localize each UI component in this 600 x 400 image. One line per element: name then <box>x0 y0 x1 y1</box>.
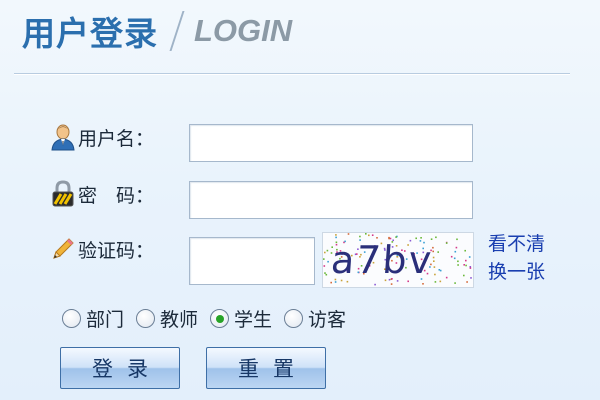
captcha-refresh-link[interactable]: 看不清 换一张 <box>488 230 568 286</box>
role-option[interactable]: 学生 <box>210 305 272 332</box>
captcha-noise-dot <box>453 257 456 260</box>
reset-button-label[interactable]: 重置 <box>238 353 308 383</box>
role-option-label[interactable]: 教师 <box>160 305 198 332</box>
user-icon <box>48 122 78 152</box>
login-header: 用户登录 LOGIN <box>22 6 292 56</box>
captcha-noise-dot <box>371 234 374 236</box>
captcha-noise-dot <box>457 260 459 263</box>
radio-circle[interactable] <box>62 309 81 328</box>
title-divider <box>169 11 185 51</box>
captcha-noise-dot <box>433 266 436 268</box>
captcha-noise-dot <box>450 255 453 258</box>
captcha-noise-dot <box>438 269 441 271</box>
login-button[interactable]: 登录 <box>60 347 180 389</box>
role-option[interactable]: 部门 <box>62 305 124 332</box>
captcha-noise-dot <box>465 259 467 262</box>
role-option[interactable]: 访客 <box>284 305 346 332</box>
role-option-label[interactable]: 访客 <box>308 305 346 332</box>
captcha-noise-dot <box>454 250 457 253</box>
header-divider-highlight <box>14 74 570 75</box>
captcha-noise-dot <box>456 238 458 241</box>
captcha-noise-dot <box>365 233 367 235</box>
login-button-label[interactable]: 登录 <box>92 353 162 383</box>
captcha-row: 验证码： <box>48 234 182 264</box>
captcha-noise-dot <box>326 249 329 252</box>
captcha-noise-dot <box>434 281 437 283</box>
password-input[interactable] <box>189 181 473 219</box>
captcha-noise-dot <box>422 283 424 285</box>
password-label: 密 码： <box>78 184 155 207</box>
captcha-noise-dot <box>457 264 459 266</box>
captcha-noise-dot <box>324 272 326 274</box>
captcha-refresh-line2[interactable]: 换一张 <box>488 258 568 286</box>
radio-circle[interactable] <box>284 309 304 328</box>
captcha-noise-dot <box>325 273 328 276</box>
captcha-noise-dot <box>454 282 456 284</box>
captcha-input[interactable] <box>189 237 315 285</box>
captcha-noise-dot <box>437 251 439 253</box>
captcha-noise-dot <box>463 264 465 266</box>
captcha-noise-dot <box>445 242 448 244</box>
reset-button[interactable]: 重置 <box>206 347 326 389</box>
captcha-noise-dot <box>470 277 472 279</box>
role-radio-group: 部门 教师 学生 访客 <box>62 305 358 332</box>
captcha-noise-dot <box>390 283 393 285</box>
captcha-noise-dot <box>433 260 435 262</box>
role-option[interactable]: 教师 <box>136 305 198 332</box>
captcha-noise-dot <box>466 281 468 283</box>
captcha-image[interactable]: a7bv <box>322 232 474 288</box>
captcha-noise-dot <box>323 258 325 260</box>
page-title-english: LOGIN <box>194 13 293 48</box>
captcha-noise-dot <box>368 234 370 237</box>
captcha-noise-dot <box>323 265 326 267</box>
svg-text:a7bv: a7bv <box>330 238 435 282</box>
radio-circle[interactable] <box>136 309 156 328</box>
captcha-noise-dot <box>469 267 472 269</box>
role-option-label[interactable]: 学生 <box>234 305 272 332</box>
captcha-noise-dot <box>347 233 350 235</box>
captcha-noise-dot <box>464 249 466 252</box>
captcha-noise-dot <box>465 264 467 267</box>
page-title: 用户登录 <box>22 14 158 53</box>
lock-icon <box>48 179 78 209</box>
captcha-refresh-line1[interactable]: 看不清 <box>488 230 568 258</box>
captcha-noise-dot <box>455 246 458 249</box>
captcha-noise-dot <box>434 273 436 276</box>
captcha-noise-dot <box>374 283 376 286</box>
password-row: 密 码： <box>48 179 182 209</box>
captcha-noise-dot <box>335 234 337 236</box>
captcha-noise-dot <box>330 281 332 284</box>
captcha-noise-dot <box>445 276 448 279</box>
captcha-noise-dot <box>468 256 471 258</box>
username-label: 用户名： <box>78 127 155 150</box>
username-row: 用户名： <box>48 122 182 152</box>
captcha-noise-dot <box>435 236 437 239</box>
radio-circle[interactable] <box>210 309 230 328</box>
username-input[interactable] <box>189 124 473 162</box>
captcha-noise-dot <box>324 251 326 254</box>
captcha-noise-dot <box>439 269 442 272</box>
captcha-noise-dot <box>327 260 329 263</box>
captcha-noise-dot <box>439 280 442 283</box>
captcha-label: 验证码： <box>78 239 155 262</box>
pencil-icon <box>48 234 78 264</box>
role-option-label[interactable]: 部门 <box>86 305 124 332</box>
captcha-noise-dot <box>463 274 465 277</box>
